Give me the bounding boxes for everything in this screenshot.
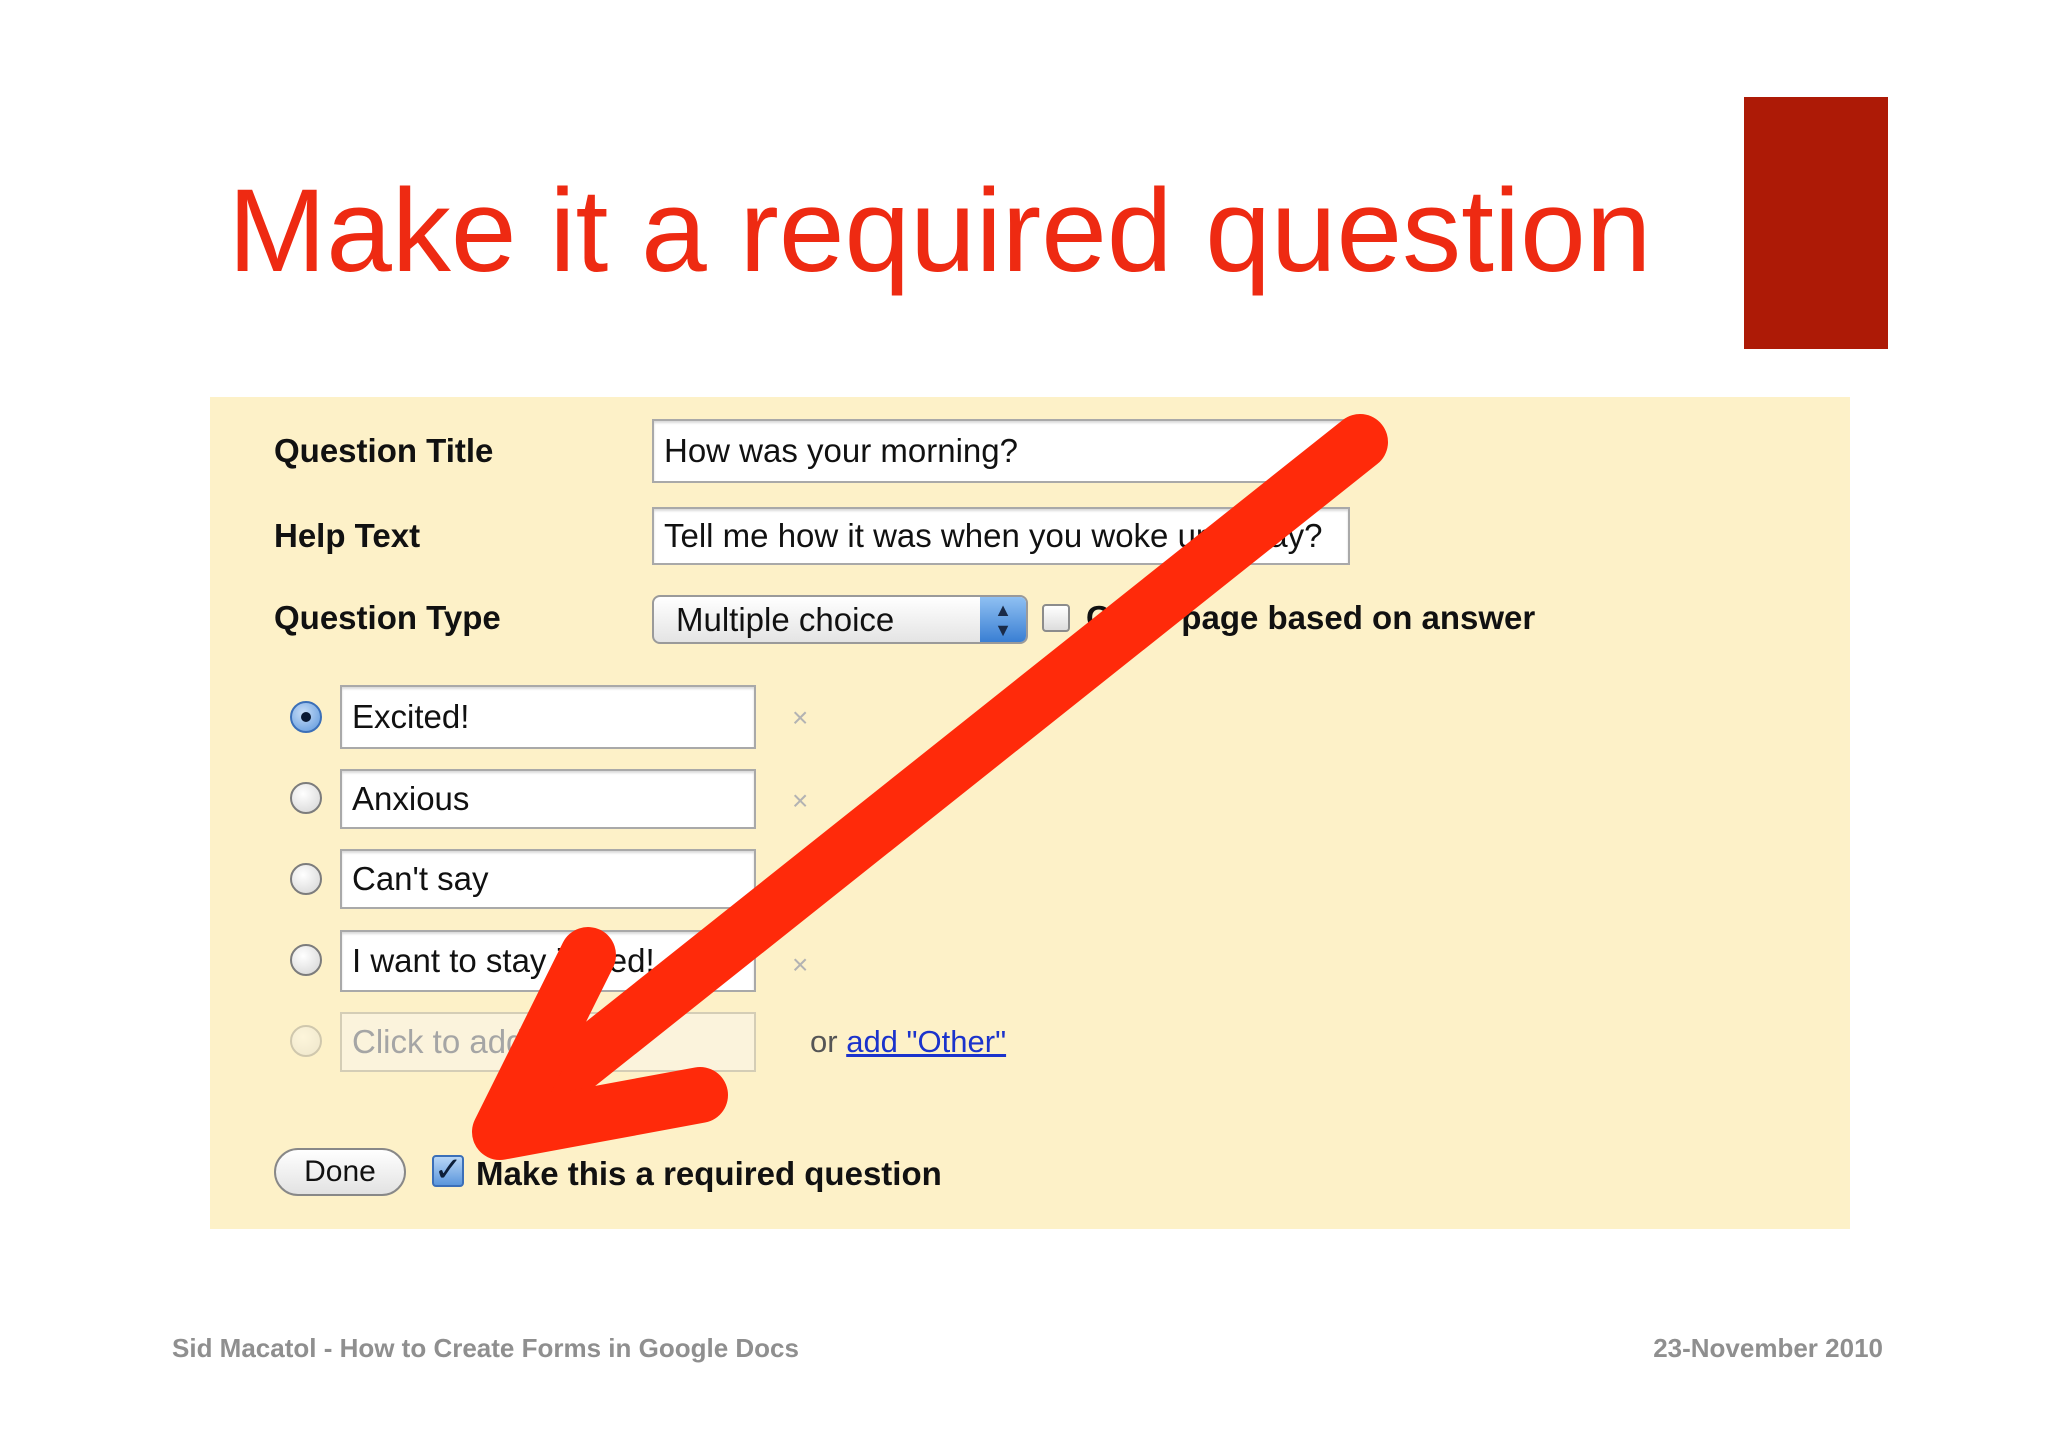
or-text: or	[810, 1024, 838, 1059]
option-radio-3[interactable]	[290, 863, 322, 895]
question-type-value: Multiple choice	[676, 600, 895, 638]
add-other-text: or add "Other"	[810, 1024, 1006, 1060]
required-question-checkbox[interactable]: ✓	[432, 1153, 464, 1187]
option-input-3[interactable]: Can't say	[340, 849, 756, 909]
accent-block	[1744, 97, 1888, 349]
help-text-label: Help Text	[274, 517, 421, 554]
option-input-4[interactable]: I want to stay in bed!	[340, 930, 756, 992]
question-type-label: Question Type	[274, 599, 501, 636]
close-icon[interactable]: ×	[792, 702, 808, 734]
required-question-label: Make this a required question	[476, 1155, 942, 1192]
checkmark-icon: ✓	[434, 1151, 463, 1189]
go-to-page-label: Go to page based on answer	[1086, 599, 1536, 636]
slide-title: Make it a required question	[228, 165, 1652, 297]
option-input-1[interactable]: Excited!	[340, 685, 756, 749]
option-radio-4[interactable]	[290, 944, 322, 976]
footer-presenter: Sid Macatol - How to Create Forms in Goo…	[172, 1333, 799, 1363]
close-icon[interactable]: ×	[792, 785, 808, 817]
option-radio-1[interactable]	[290, 701, 322, 733]
help-text-input[interactable]: Tell me how it was when you woke up toda…	[652, 507, 1350, 565]
close-icon[interactable]: ×	[792, 949, 808, 981]
done-button[interactable]: Done	[274, 1148, 406, 1196]
option-radio-2[interactable]	[290, 782, 322, 814]
go-to-page-checkbox[interactable]	[1042, 604, 1070, 632]
question-title-input[interactable]: How was your morning?	[652, 419, 1350, 483]
question-title-label: Question Title	[274, 432, 494, 469]
add-other-link[interactable]: add "Other"	[846, 1024, 1006, 1059]
footer-date: 23-November 2010	[1653, 1333, 1883, 1363]
updown-chevron-icon: ▲ ▼	[980, 597, 1026, 642]
question-type-select[interactable]: Multiple choice ▲ ▼	[652, 595, 1028, 644]
option-input-2[interactable]: Anxious	[340, 769, 756, 829]
add-option-input[interactable]: Click to add option	[340, 1012, 756, 1072]
form-editor-screenshot: Question Title How was your morning? Hel…	[210, 397, 1850, 1229]
add-option-radio	[290, 1025, 322, 1057]
